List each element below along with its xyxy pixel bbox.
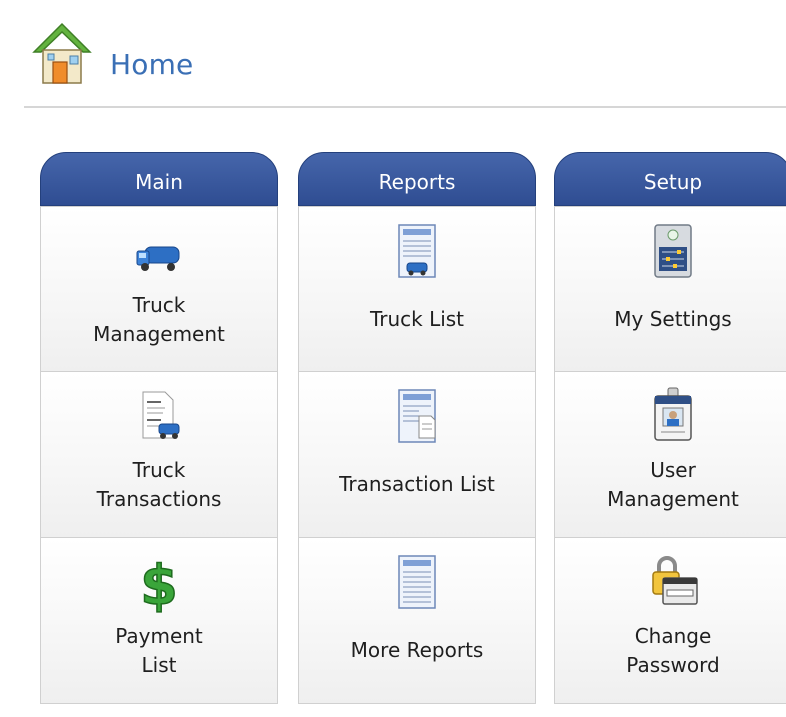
page-header: Home [24,20,786,108]
tile-label: Truck Transactions [96,458,222,511]
menu-columns: Main Truck Management Truck Transactions… [40,152,786,717]
tile-truck-list[interactable]: Truck List [298,206,536,372]
report-transaction-icon [398,389,436,443]
tile-truck-management[interactable]: Truck Management [40,206,278,372]
tile-label: Transaction List [339,472,495,496]
svg-text:$: $ [140,554,178,614]
column-reports: Reports Truck List Transaction List More… [298,152,536,717]
settings-icon [654,224,692,278]
tile-label: User Management [607,458,739,511]
tile-label: Truck List [369,307,465,331]
tile-label: Payment List [115,624,203,677]
truck-icon [136,246,180,271]
tile-user-management[interactable]: User Management [554,372,786,538]
column-setup: Setup My Settings User Management Change… [554,152,786,717]
user-badge-icon [654,387,692,441]
tile-label: Truck Management [93,293,225,346]
report-truck-icon [398,224,436,278]
tile-payment-list[interactable]: $ Payment List [40,538,278,704]
dollar-icon: $ [139,553,178,614]
column-header-main: Main [40,152,278,206]
tile-label: Change Password [626,624,720,677]
column-header-setup: Setup [554,152,786,206]
tile-my-settings[interactable]: My Settings [554,206,786,372]
column-main: Main Truck Management Truck Transactions… [40,152,278,717]
tile-more-reports[interactable]: More Reports [298,538,536,704]
tile-transaction-list[interactable]: Transaction List [298,372,536,538]
tile-label: My Settings [614,307,732,331]
tile-change-password[interactable]: Change Password [554,538,786,704]
column-header-reports: Reports [298,152,536,206]
home-icon[interactable] [32,22,92,86]
truck-document-icon [142,391,180,439]
lock-password-icon [652,556,698,605]
page-title: Home [110,48,194,81]
report-icon [398,555,436,609]
tile-label: More Reports [350,638,484,662]
page: Home Main Truck Management Truck Transac… [0,0,786,717]
tile-truck-transactions[interactable]: Truck Transactions [40,372,278,538]
